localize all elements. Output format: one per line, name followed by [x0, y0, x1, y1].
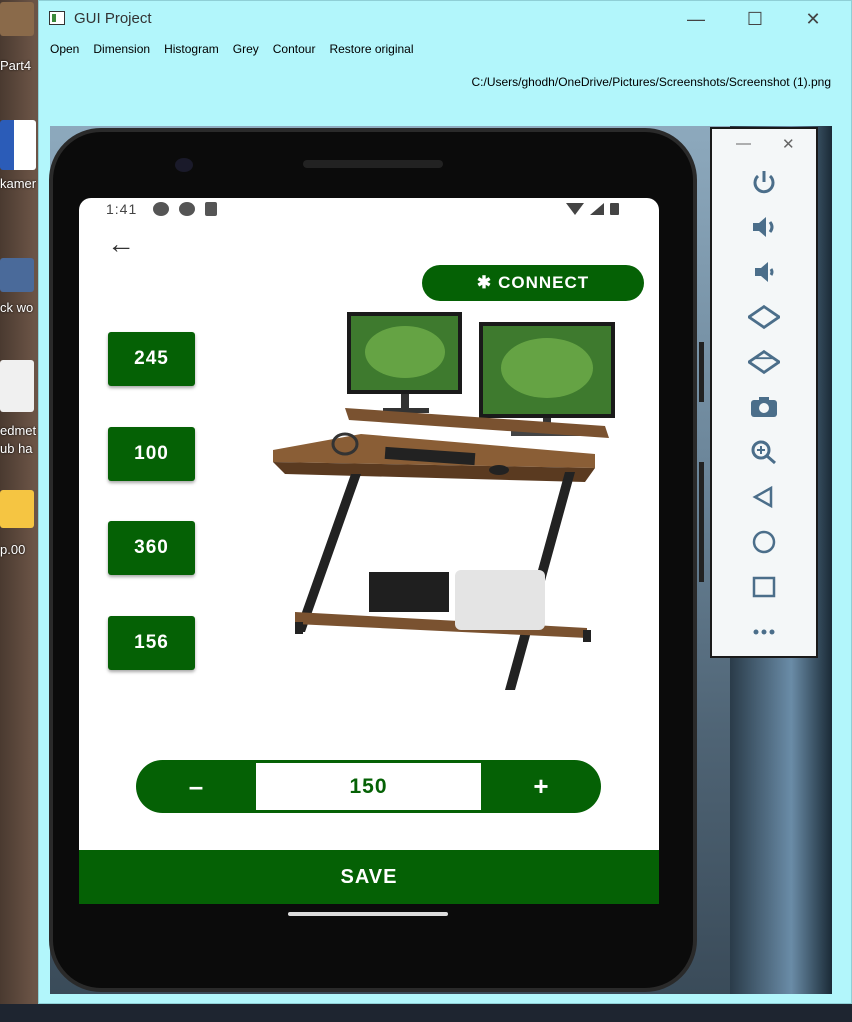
desk-product-image [273, 312, 615, 690]
status-notification-icons [153, 202, 217, 216]
more-icon[interactable] [748, 619, 780, 645]
settings-gear-icon [179, 202, 195, 216]
desktop-icon-ck-wo[interactable]: ck wo [0, 258, 40, 315]
back-icon[interactable] [748, 484, 780, 510]
phone-side-button [699, 342, 704, 402]
home-icon[interactable] [748, 529, 780, 555]
decrement-button[interactable]: – [136, 760, 256, 813]
preset-value-button[interactable]: 156 [108, 616, 195, 670]
speaker-grille [303, 160, 443, 168]
camera-icon[interactable] [748, 394, 780, 420]
sketchup-file-icon [0, 258, 34, 292]
vscode-file-icon [0, 360, 34, 412]
rotate-left-icon[interactable] [748, 304, 780, 330]
desktop-icon-edmet[interactable]: edmet ub ha [0, 360, 40, 458]
desktop-icon-p00[interactable]: p.00 [0, 490, 40, 557]
zoom-icon[interactable] [748, 439, 780, 465]
notification-icon [153, 202, 169, 216]
wifi-icon [566, 203, 584, 215]
toolbar-close-button[interactable]: ✕ [782, 135, 795, 153]
save-button[interactable]: SAVE [79, 850, 659, 904]
window-title: GUI Project [74, 10, 152, 27]
menu-bar: Open Dimension Histogram Grey Contour Re… [39, 39, 421, 61]
volume-up-icon[interactable] [748, 214, 780, 240]
phone-screen: 1:41 ← ✱ CONNECT 245 100 360 156 – 150 +… [79, 198, 659, 904]
menu-grey[interactable]: Grey [226, 39, 266, 61]
title-bar: GUI Project — ☐ ✕ [39, 1, 851, 37]
status-system-icons [566, 203, 619, 215]
sketchup-file-icon [0, 2, 34, 36]
desktop-icon-kamer[interactable]: kamer [0, 120, 40, 191]
minimize-button[interactable]: — [682, 5, 710, 33]
increment-button[interactable]: + [481, 760, 601, 813]
front-camera-icon [175, 158, 193, 172]
sd-card-icon [205, 202, 217, 216]
connect-label: CONNECT [498, 273, 590, 292]
word-document-icon [0, 120, 36, 170]
bluetooth-icon: ✱ [476, 273, 493, 292]
emulator-toolbar: — ✕ [710, 127, 818, 658]
back-arrow-icon[interactable]: ← [107, 230, 135, 258]
app-icon [49, 11, 65, 25]
menu-dimension[interactable]: Dimension [86, 39, 157, 61]
preset-value-button[interactable]: 245 [108, 332, 195, 386]
connect-button[interactable]: ✱ CONNECT [422, 265, 644, 301]
volume-down-icon[interactable] [748, 259, 780, 285]
home-gesture-bar[interactable] [288, 912, 448, 916]
rotate-right-icon[interactable] [748, 349, 780, 375]
signal-icon [590, 203, 604, 215]
desktop-icon-part4[interactable]: Part4 [0, 2, 40, 73]
power-icon[interactable] [748, 169, 780, 195]
taskbar [0, 1004, 852, 1022]
status-time: 1:41 [106, 201, 138, 217]
status-bar: 1:41 [79, 198, 659, 220]
maximize-button[interactable]: ☐ [741, 5, 769, 33]
menu-contour[interactable]: Contour [266, 39, 323, 61]
preset-value-button[interactable]: 100 [108, 427, 195, 481]
phone-side-button [699, 462, 704, 582]
preset-value-button[interactable]: 360 [108, 521, 195, 575]
menu-restore-original[interactable]: Restore original [322, 39, 420, 61]
folder-icon [0, 490, 34, 528]
file-path-label: C:/Users/ghodh/OneDrive/Pictures/Screens… [471, 75, 831, 89]
battery-icon [610, 203, 619, 215]
menu-histogram[interactable]: Histogram [157, 39, 226, 61]
stepper-value[interactable]: 150 [256, 763, 481, 810]
close-button[interactable]: ✕ [799, 5, 827, 33]
menu-open[interactable]: Open [39, 39, 86, 61]
toolbar-minimize-button[interactable]: — [736, 135, 751, 152]
quantity-stepper: – 150 + [136, 760, 601, 813]
overview-icon[interactable] [748, 574, 780, 600]
